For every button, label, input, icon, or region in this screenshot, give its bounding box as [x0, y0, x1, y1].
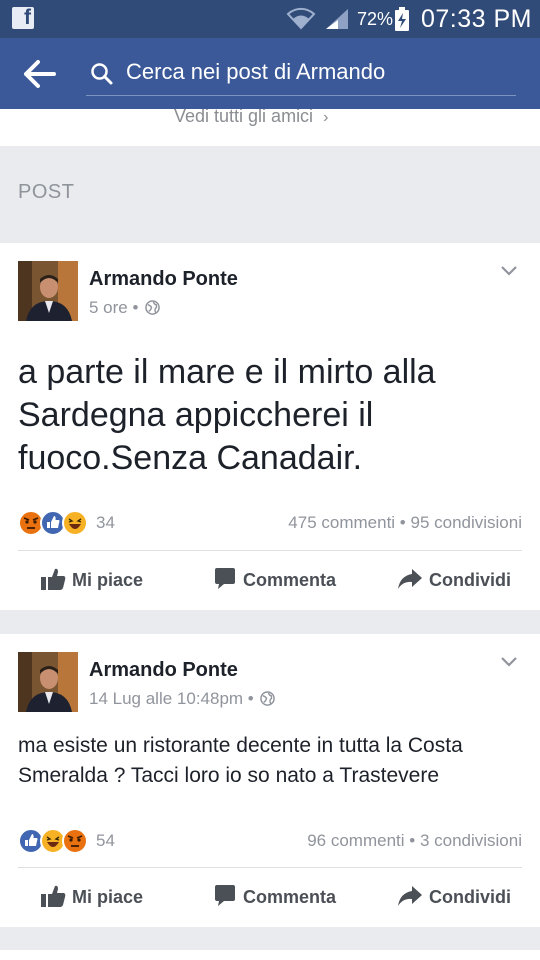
share-arrow-icon	[398, 569, 422, 589]
search-input[interactable]: Cerca nei post di Armando	[126, 59, 506, 85]
share-arrow-icon	[398, 886, 422, 906]
post-time[interactable]: 5 ore	[89, 298, 128, 317]
share-label: Condividi	[429, 570, 511, 590]
facebook-notification-icon: f	[12, 6, 34, 29]
comment-button[interactable]: Commenta	[213, 882, 338, 912]
see-all-friends-label: Vedi tutti gli amici	[174, 109, 314, 126]
comment-icon	[215, 568, 235, 589]
avatar-photo	[18, 652, 78, 712]
section-title: POST	[18, 181, 75, 203]
battery-charging-icon	[395, 7, 409, 31]
divider	[18, 550, 522, 551]
avatar[interactable]	[18, 261, 78, 321]
haha-reaction-icon	[62, 510, 88, 536]
chevron-down-icon[interactable]	[500, 656, 518, 668]
like-button[interactable]: Mi piace	[40, 882, 150, 912]
search-underline	[86, 95, 516, 96]
share-count[interactable]: 95 condivisioni	[410, 513, 522, 532]
engagement-counts[interactable]: 96 commenti • 3 condivisioni	[307, 831, 522, 851]
comment-count[interactable]: 96 commenti	[307, 831, 404, 850]
engagement-counts[interactable]: 475 commenti • 95 condivisioni	[288, 513, 522, 533]
globe-icon	[260, 691, 276, 706]
avatar[interactable]	[18, 652, 78, 712]
thumbs-up-icon	[41, 568, 66, 590]
next-post-edge	[0, 950, 540, 960]
post-text: ma esiste un ristorante decente in tutta…	[18, 734, 463, 787]
divider	[18, 867, 522, 868]
share-button[interactable]: Condividi	[397, 882, 512, 912]
avatar-photo	[18, 261, 78, 321]
see-all-friends-link[interactable]: Vedi tutti gli amici ›	[174, 109, 328, 127]
wifi-icon	[286, 7, 316, 30]
globe-icon	[145, 300, 160, 315]
comment-icon	[215, 885, 235, 906]
thumbs-up-icon	[41, 885, 66, 907]
search-icon	[91, 63, 113, 85]
clock: 07:33 PM	[421, 5, 533, 33]
post-time[interactable]: 14 Lug alle 10:48pm	[89, 689, 243, 708]
post-card: Armando Ponte 5 ore • a parte il mare e …	[0, 243, 540, 610]
angry-reaction-icon	[62, 828, 88, 854]
battery-percent: 72%	[357, 9, 394, 29]
reaction-count: 54	[96, 831, 115, 850]
post-card: Armando Ponte 14 Lug alle 10:48pm • ma e…	[0, 634, 540, 927]
like-label: Mi piace	[72, 887, 144, 907]
friends-section: Vedi tutti gli amici ›	[0, 109, 540, 146]
post-text: a parte il mare e il mirto alla Sardegna…	[18, 353, 436, 477]
signal-icon	[326, 9, 348, 29]
comment-label: Commenta	[243, 570, 337, 590]
chevron-right-icon: ›	[323, 109, 329, 126]
share-button[interactable]: Condividi	[397, 565, 512, 595]
comment-button[interactable]: Commenta	[213, 565, 338, 595]
like-label: Mi piace	[72, 570, 144, 590]
like-button[interactable]: Mi piace	[40, 565, 150, 595]
back-arrow-icon[interactable]	[22, 58, 58, 90]
post-author[interactable]: Armando Ponte	[89, 659, 238, 682]
reaction-count: 34	[96, 513, 115, 532]
post-meta: 5 ore •	[89, 298, 160, 318]
top-bar: Cerca nei post di Armando	[0, 38, 540, 109]
post-author[interactable]: Armando Ponte	[89, 268, 238, 291]
chevron-down-icon[interactable]	[500, 265, 518, 277]
comment-count[interactable]: 475 commenti	[288, 513, 395, 532]
share-count[interactable]: 3 condivisioni	[420, 831, 522, 850]
status-bar: f 72% 07:33 PM	[0, 0, 540, 38]
share-label: Condividi	[429, 887, 511, 907]
comment-label: Commenta	[243, 887, 337, 907]
post-meta: 14 Lug alle 10:48pm •	[89, 689, 276, 709]
